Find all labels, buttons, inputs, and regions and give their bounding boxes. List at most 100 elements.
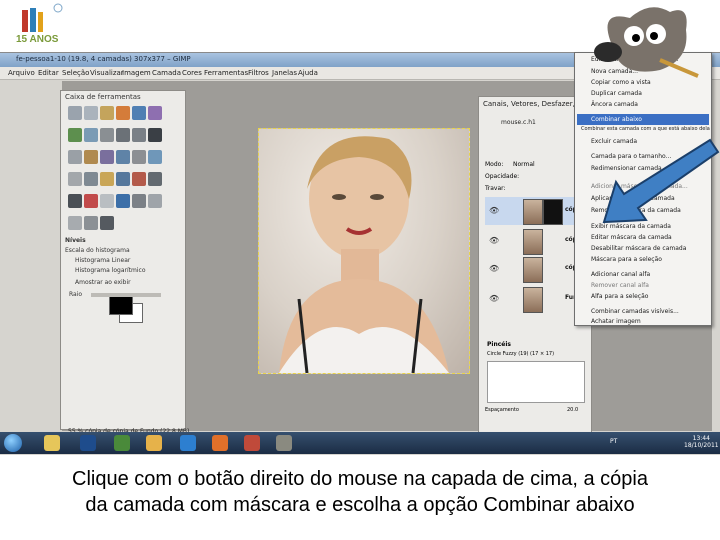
eye-icon[interactable]: 👁 [489,264,499,273]
menu-item[interactable]: Adicionar canal alfa [591,271,650,278]
mode-select[interactable]: Normal [513,161,535,168]
airbrush-icon[interactable] [100,194,114,208]
preview-checkbox[interactable]: Amostrar ao exibir [75,279,131,286]
raio-label: Raio [69,291,83,298]
color-picker-icon[interactable] [100,128,114,142]
image-selector[interactable]: mouse.c.h1 [501,119,536,126]
paths-icon[interactable] [84,128,98,142]
gimp-mascot [590,0,700,80]
spacing-value[interactable]: 20.0 [567,407,578,413]
menu-item[interactable]: Achatar imagem [591,318,641,325]
menu-ajuda[interactable]: Ajuda [298,69,318,77]
perspective-icon[interactable] [148,150,162,164]
ie-icon[interactable] [180,435,196,451]
photoshop-icon[interactable] [80,435,96,451]
blend-icon[interactable] [132,172,146,186]
layer-thumbnail [523,199,543,225]
heal-icon[interactable] [148,194,162,208]
menu-arquivo[interactable]: Arquivo [8,69,35,77]
bucket-fill-icon[interactable] [116,172,130,186]
menu-filtros[interactable]: Filtros [248,69,269,77]
explorer-icon[interactable] [44,435,60,451]
menu-item[interactable]: Máscara para a seleção [591,256,662,263]
ellipse-select-icon[interactable] [84,106,98,120]
language-indicator[interactable]: PT [610,438,617,445]
ink-icon[interactable] [116,194,130,208]
layer-row[interactable]: 👁 cópia [485,255,583,283]
gimp-task-icon[interactable] [276,435,292,451]
histogram-log-option[interactable]: Histograma logarítmico [75,267,146,274]
menu-item[interactable]: Desabilitar máscara de camada [591,245,686,252]
color-select-icon[interactable] [132,106,146,120]
smudge-icon[interactable] [84,216,98,230]
menu-selecao[interactable]: Seleção [62,69,89,77]
app-icon[interactable] [244,435,260,451]
image-canvas[interactable] [258,128,470,374]
crop-icon[interactable] [84,150,98,164]
brush-grid[interactable] [487,361,585,403]
shear-icon[interactable] [132,150,146,164]
dodge-burn-icon[interactable] [100,216,114,230]
cage-icon[interactable] [84,172,98,186]
zoom-icon[interactable] [116,128,130,142]
move-icon[interactable] [148,128,162,142]
toolbox-panel: Caixa de ferramentas Níveis Escala do hi… [60,90,186,430]
menu-item[interactable]: Alfa para a seleção [591,293,648,300]
brushes-title: Pincéis [487,341,511,348]
menu-item-combinar-abaixo[interactable]: Combinar abaixo [591,116,642,123]
pencil-icon[interactable] [148,172,162,186]
start-button[interactable] [4,434,22,452]
eye-icon[interactable]: 👁 [489,236,499,245]
mask-thumbnail[interactable] [543,199,563,225]
folder-icon[interactable] [146,435,162,451]
paintbrush-icon[interactable] [68,194,82,208]
logo-text: 15 ANOS [16,34,59,45]
menu-editar[interactable]: Editar [38,69,59,77]
caption: Clique com o botão direito do mouse na c… [0,466,720,518]
spacing-label: Espaçamento [485,407,519,413]
app-icon[interactable] [114,435,130,451]
menu-ferramentas[interactable]: Ferramentas [204,69,248,77]
firefox-icon[interactable] [212,435,228,451]
layer-thumbnail [523,287,543,313]
menu-visualizar[interactable]: Visualizar [90,69,124,77]
foreground-color-swatch[interactable] [109,295,133,315]
menu-item[interactable]: Combinar camadas visíveis... [591,308,679,315]
raio-slider[interactable] [91,293,161,297]
menu-item[interactable]: Âncora camada [591,101,638,108]
toolbox-title: Caixa de ferramentas [65,93,141,101]
layer-row[interactable]: 👁 cópia [485,197,583,225]
menu-janelas[interactable]: Janelas [272,69,297,77]
layer-row[interactable]: 👁 Fundo [485,285,586,313]
menu-cores[interactable]: Cores [182,69,202,77]
foreground-select-icon[interactable] [68,128,82,142]
clone-icon[interactable] [132,194,146,208]
layer-row[interactable]: 👁 cópia de fundo [485,227,615,255]
histogram-scale-label: Escala do histograma [65,247,130,254]
blur-icon[interactable] [68,216,82,230]
measure-icon[interactable] [132,128,146,142]
align-icon[interactable] [68,150,82,164]
text-icon[interactable] [100,172,114,186]
rotate-icon[interactable] [100,150,114,164]
lock-label: Travar: [485,185,506,192]
taskbar: PT [0,432,720,454]
fuzzy-select-icon[interactable] [116,106,130,120]
scissors-icon[interactable] [148,106,162,120]
flip-icon[interactable] [68,172,82,186]
scale-icon[interactable] [116,150,130,164]
lasso-icon[interactable] [100,106,114,120]
menu-camada[interactable]: Camada [152,69,181,77]
clock[interactable]: 13:44 18/10/2011 [684,435,719,449]
menu-item[interactable]: Duplicar camada [591,90,642,97]
menu-imagem[interactable]: Imagem [122,69,151,77]
rect-select-icon[interactable] [68,106,82,120]
histogram-linear-option[interactable]: Histograma Linear [75,257,130,264]
eye-icon[interactable]: 👁 [489,206,499,215]
layer-thumbnail [523,229,543,255]
menu-item[interactable]: Remover canal alfa [591,282,649,289]
eraser-icon[interactable] [84,194,98,208]
eye-icon[interactable]: 👁 [489,294,499,303]
menu-item[interactable]: Copiar como a vista [591,79,651,86]
menu-item[interactable]: Editar máscara da camada [591,234,672,241]
